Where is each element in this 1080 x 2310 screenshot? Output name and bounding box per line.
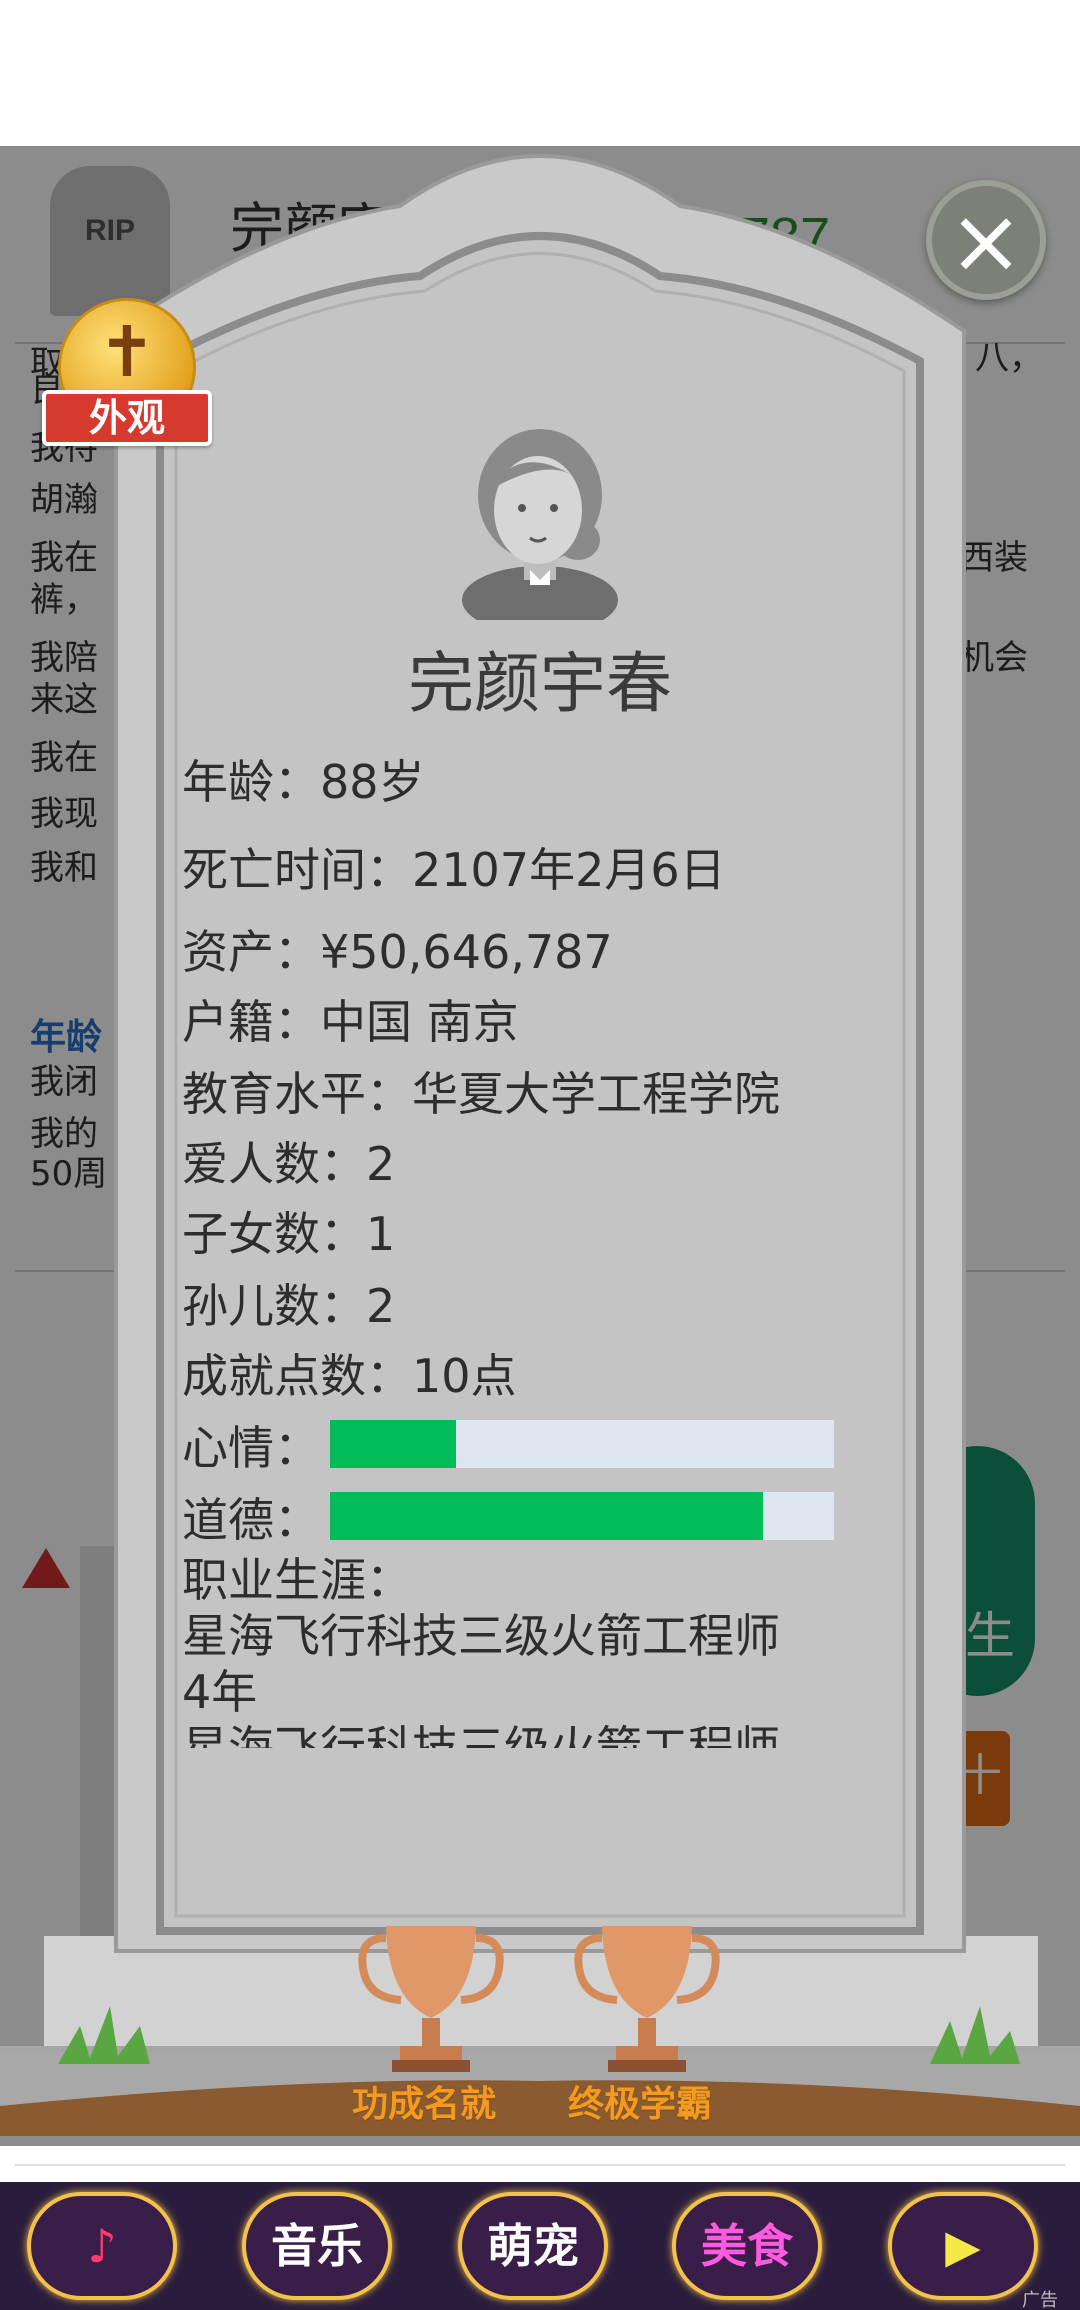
food-button[interactable]: 美食 [672, 2192, 822, 2300]
career-item: 星海飞行科技三级火箭工程师 [182, 1721, 780, 1748]
morality-label: 道德： [182, 1493, 320, 1547]
music-label: 音乐 [271, 2219, 363, 2273]
close-icon: × [948, 189, 1024, 294]
bottom-app-bar: ♪ 音乐 萌宠 美食 ▶ [0, 2182, 1080, 2310]
info-children: 子女数：1 [182, 1207, 396, 1261]
mood-label: 心情： [182, 1421, 320, 1475]
appearance-badge[interactable]: ✝ 外观 [42, 298, 212, 458]
morality-bar-fill [330, 1492, 764, 1540]
deceased-name: 完颜宇春 [408, 645, 672, 722]
play-button[interactable]: ▶ [888, 2192, 1038, 2300]
avatar-icon [462, 429, 618, 620]
info-assets: 资产：¥50,646,787 [182, 925, 613, 979]
cross-icon: ✝ [97, 311, 157, 393]
mood-bar-fill [330, 1420, 456, 1468]
appearance-ribbon: 外观 [42, 390, 212, 446]
trophy-label: 功成名就 [352, 2084, 497, 2125]
appearance-label: 外观 [88, 396, 165, 440]
trophy-label: 终极学霸 [568, 2084, 713, 2125]
info-education: 教育水平：华夏大学工程学院 [182, 1067, 780, 1121]
screen: RIP 完颜宇 787 取 良 我待 胡瀚 我在 裤， 我陪 来这 我在 我现 … [0, 0, 1080, 2310]
play-icon: ▶ [945, 2219, 981, 2273]
career-item: 4年 [182, 1665, 258, 1719]
tiktok-button[interactable]: ♪ [27, 2192, 177, 2300]
music-button[interactable]: 音乐 [242, 2192, 392, 2300]
mood-bar [330, 1420, 834, 1468]
info-achievement-points: 成就点数：10点 [182, 1349, 517, 1403]
ad-label: 广告 [1022, 2290, 1058, 2310]
info-lovers: 爱人数：2 [182, 1137, 396, 1191]
close-button[interactable]: × [926, 180, 1046, 300]
info-death-time: 死亡时间：2107年2月6日 [182, 843, 726, 897]
info-grandchildren: 孙儿数：2 [182, 1279, 396, 1333]
tombstone-base [44, 1936, 1038, 2056]
info-hukou: 户籍：中国 南京 [182, 995, 519, 1049]
pets-label: 萌宠 [487, 2219, 579, 2273]
career-section: 职业生涯： 星海飞行科技三级火箭工程师 4年 星海飞行科技三级火箭工程师 [182, 1552, 862, 1748]
trophy-icon[interactable] [572, 1918, 722, 2088]
pets-button[interactable]: 萌宠 [458, 2192, 608, 2300]
tombstone-modal: × ✝ 外观 完颜宇春 年龄：88岁 死亡时间：2107年2月6日 资产：¥50… [0, 146, 1080, 2136]
food-label: 美食 [701, 2219, 793, 2273]
morality-bar [330, 1492, 834, 1540]
career-title: 职业生涯： [182, 1553, 412, 1607]
tiktok-icon: ♪ [87, 2219, 117, 2273]
info-age: 年龄：88岁 [182, 755, 425, 809]
career-item: 星海飞行科技三级火箭工程师 [182, 1609, 780, 1663]
bottom-divider [15, 2164, 1065, 2166]
trophy-icon[interactable] [356, 1918, 506, 2088]
